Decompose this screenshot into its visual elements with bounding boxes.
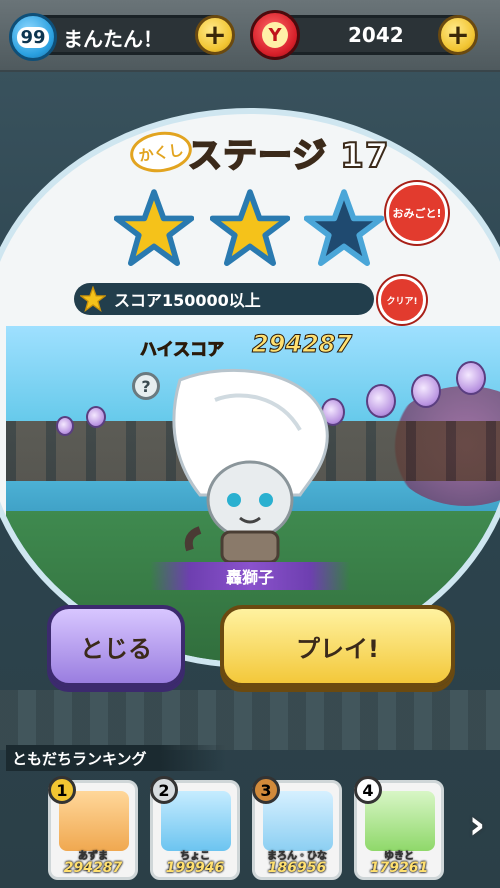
condition-text: スコア150000以上 xyxy=(114,291,261,310)
rank-4-medal-icon: 4 xyxy=(354,776,382,804)
energy-count: 99 xyxy=(17,26,49,48)
ranking-score: 294287 xyxy=(63,860,123,876)
clear-badge: クリア! xyxy=(378,276,426,324)
boss-character xyxy=(172,368,329,564)
background-wall xyxy=(0,690,500,750)
ranking-score: 179261 xyxy=(369,860,429,876)
help-button[interactable]: ? xyxy=(132,372,160,400)
coin-panel: Y 2042 + xyxy=(250,10,478,60)
coin-count: 2042 xyxy=(348,23,404,47)
lantern-icon xyxy=(366,384,396,418)
star-icon xyxy=(80,286,106,312)
close-button[interactable]: とじる xyxy=(47,605,185,687)
lantern-icon xyxy=(411,374,441,408)
add-coin-button[interactable]: + xyxy=(438,15,478,55)
top-bar: 99 まんたん！ + Y 2042 + xyxy=(0,0,500,72)
hiscore-value: 294287 xyxy=(251,330,353,359)
lantern-icon xyxy=(86,406,106,428)
friend-ranking-title: ともだちランキング xyxy=(6,745,226,771)
ranking-score: 199946 xyxy=(165,860,225,876)
ranking-score: 186956 xyxy=(267,860,327,876)
play-button[interactable]: プレイ! xyxy=(220,605,455,687)
stage-title: ステージ 17 xyxy=(187,135,390,177)
star-icon-filled xyxy=(209,188,291,268)
energy-icon: 99 xyxy=(9,13,57,61)
lantern-icon xyxy=(456,361,486,395)
next-arrow-icon[interactable]: › xyxy=(462,800,492,850)
achievement-badge: おみごと! xyxy=(386,182,448,244)
coin-symbol: Y xyxy=(262,22,288,48)
lantern-icon xyxy=(56,416,74,436)
rank-3-medal-icon: 3 xyxy=(252,776,280,804)
energy-status: まんたん！ xyxy=(63,27,163,51)
hiscore-label: ハイスコア xyxy=(139,340,225,361)
energy-panel: 99 まんたん！ + xyxy=(9,13,235,61)
character-name: 轟獅子 xyxy=(150,562,350,590)
rank-1-medal-icon: 1 xyxy=(48,776,76,804)
star-condition: スコア150000以上 xyxy=(74,283,374,315)
star-icon-empty xyxy=(303,188,385,268)
coin-icon: Y xyxy=(250,10,300,60)
star-icon-filled xyxy=(113,188,195,268)
rank-2-medal-icon: 2 xyxy=(150,776,178,804)
add-energy-button[interactable]: + xyxy=(195,15,235,55)
